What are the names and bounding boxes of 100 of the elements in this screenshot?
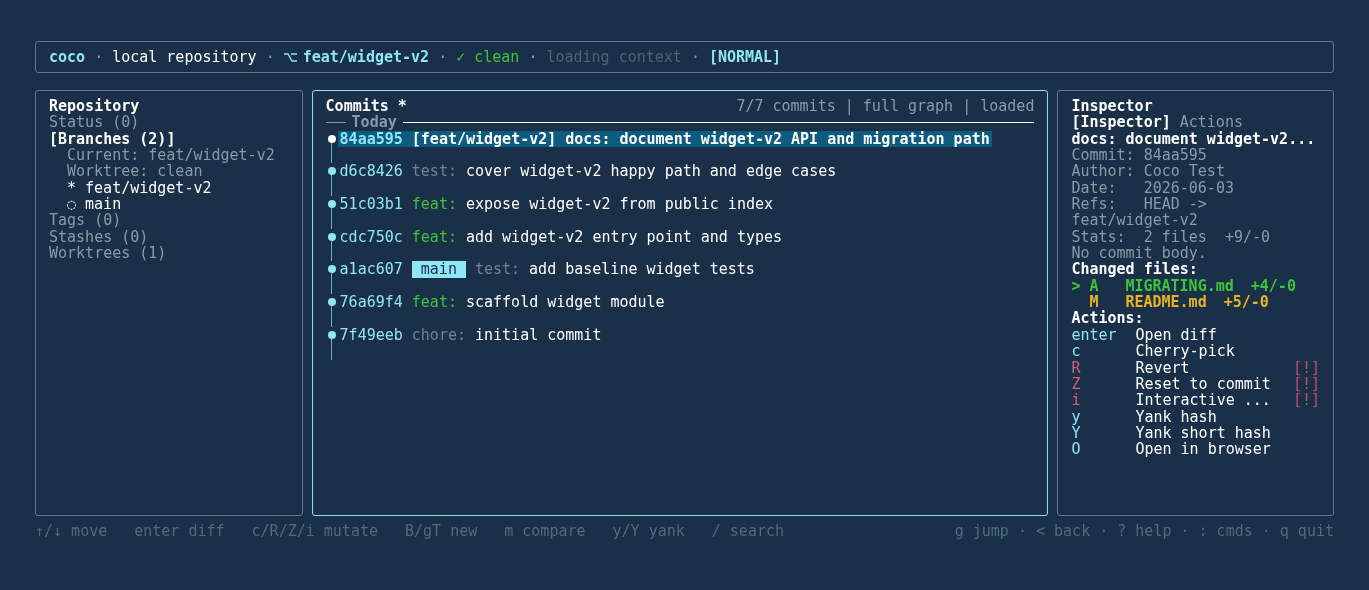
commit-type: chore: (411, 326, 466, 344)
graph-node-icon (327, 134, 336, 143)
action-label[interactable]: Revert (1135, 359, 1190, 376)
action-label[interactable]: Reset to commit (1135, 375, 1271, 393)
action-key: c (1071, 343, 1136, 360)
commit-hash: a1ac607 (339, 261, 403, 278)
sidebar-item[interactable]: Status (0) (49, 114, 289, 131)
action-key: enter (1071, 326, 1136, 344)
warning-marker: [!] (1291, 375, 1320, 393)
branch-name: feat/widget-v2 (302, 48, 430, 66)
commit-type: test: (411, 163, 457, 180)
section-heading: Actions: (1071, 310, 1145, 327)
key-hint: / search (711, 523, 785, 540)
warning-marker: [!] (1291, 359, 1320, 376)
panel-title: Repository (49, 98, 141, 115)
mode-indicator: [NORMAL] (708, 48, 782, 66)
commit-row[interactable]: 7f49eeb chore: initial commit (337, 326, 604, 344)
commit-hash: d6c8426 (339, 163, 403, 180)
sidebar-item[interactable]: Worktrees (1) (49, 245, 289, 262)
action-label[interactable]: Open diff (1135, 326, 1217, 344)
section-heading: Changed files: (1071, 261, 1198, 278)
commit-message: add widget-v2 entry point and types (465, 228, 783, 246)
branch-item[interactable]: ◌ main (49, 196, 289, 213)
sidebar-item[interactable]: [Branches (2)] (49, 130, 289, 148)
key-hint: g jump · < back · ? help · : cmds · q quit (954, 523, 1334, 540)
separator: · (438, 48, 448, 66)
key-hint: B/gT new (405, 523, 478, 540)
sidebar-item[interactable]: Tags (0) (49, 212, 289, 229)
sidebar-item[interactable]: Stashes (0) (49, 228, 289, 246)
changed-file[interactable]: > A MIGRATING.md +4/-0 (1071, 277, 1320, 295)
separator: · (528, 48, 538, 66)
detail-line: Commit: 84aa595 (1071, 147, 1207, 164)
file-stat: +5/-0 (1223, 294, 1269, 311)
commit-hash: 76a69f4 (339, 294, 403, 311)
inspector-tab[interactable]: [Inspector] (1071, 114, 1171, 131)
commit-stats: 7/7 commits | full graph | loaded (736, 98, 1035, 115)
commit-row[interactable]: a1ac607 main test: add baseline widget tests (337, 261, 757, 278)
commit-hash: 84aa595 (339, 130, 403, 148)
branch-badge: main (411, 261, 466, 278)
commit-message: add baseline widget tests (529, 261, 755, 278)
commit-type: feat: (411, 294, 457, 311)
file-stat: +4/-0 (1250, 277, 1296, 295)
action-label[interactable]: Yank short hash (1135, 424, 1271, 442)
file-name: MIGRATING.md (1125, 277, 1234, 295)
commit-row[interactable]: cdc750c feat: add widget-v2 entry point and types (337, 228, 785, 246)
commit-row[interactable]: 51c03b1 feat: expose widget-v2 from public index (337, 196, 775, 213)
action-label[interactable]: Interactive ... (1135, 392, 1271, 409)
cursor-marker: > (1071, 277, 1081, 295)
detail-line: Refs: HEAD -> (1071, 196, 1208, 213)
commit-row[interactable]: d6c8426 test: cover widget-v2 happy path and edge cases (337, 163, 839, 180)
commit-type: docs: (565, 130, 611, 148)
commit-type: feat: (411, 228, 457, 246)
separator: · (690, 48, 700, 66)
commit-hash: 51c03b1 (339, 196, 403, 213)
detail-line: Date: 2026-06-03 (1071, 179, 1235, 197)
branch-info: Current: feat/widget-v2 (67, 147, 276, 164)
key-hint: m compare (504, 523, 586, 540)
branch-info: Worktree: clean (66, 163, 203, 180)
group-heading: Today (351, 114, 397, 131)
detail-line: No commit body. (1071, 245, 1208, 262)
action-key: O (1071, 441, 1136, 458)
commit-subject: docs: document widget-v2... (1071, 130, 1317, 148)
detail-line: Stats: 2 files +9/-0 (1071, 228, 1272, 246)
commit-row[interactable]: 76a69f4 feat: scaffold widget module (337, 294, 667, 311)
panel-title: Commits * (325, 98, 407, 115)
action-key: R (1071, 359, 1136, 376)
status-label: ✓ clean (456, 48, 520, 66)
action-label[interactable]: Yank hash (1135, 408, 1217, 425)
detail-line: feat/widget-v2 (1071, 212, 1199, 229)
commit-message: cover widget-v2 happy path and edge cases (465, 163, 837, 180)
commit-hash: 7f49eeb (339, 326, 403, 344)
branch-icon (283, 52, 297, 62)
changed-file[interactable]: M README.md +5/-0 (1071, 294, 1320, 311)
branch-item[interactable]: * feat/widget-v2 (49, 179, 289, 197)
key-hint: y/Y yank (612, 523, 685, 540)
separator: · (94, 48, 104, 66)
commit-message: scaffold widget module (465, 294, 665, 311)
file-name: README.md (1125, 294, 1207, 311)
panel-title: Inspector (1071, 98, 1153, 115)
commit-hash: cdc750c (339, 228, 403, 246)
separator: · (265, 48, 275, 66)
branch-ref: [feat/widget-v2] (411, 130, 557, 148)
action-label[interactable]: Open in browser (1135, 441, 1271, 458)
inspector-tab[interactable]: Actions (1179, 114, 1243, 131)
commit-row[interactable]: 84aa595 [feat/widget-v2] docs: document widget-v2 API and migration path (337, 130, 992, 148)
commit-message: initial commit (475, 326, 602, 344)
commit-type: test: (474, 261, 521, 278)
action-label[interactable]: Cherry-pick (1135, 343, 1235, 360)
app-name: coco (49, 48, 86, 66)
file-status: A (1089, 277, 1099, 295)
detail-line: Author: Coco Test (1071, 163, 1226, 180)
repository-label: local repository (112, 48, 257, 66)
action-key: Y (1071, 424, 1136, 442)
action-key: i (1071, 392, 1136, 409)
commit-type: feat: (411, 196, 457, 213)
action-key: Z (1071, 375, 1136, 393)
action-key: y (1071, 408, 1136, 425)
warning-marker: [!] (1291, 392, 1320, 409)
commit-message: document widget-v2 API and migration path (619, 130, 990, 148)
key-hint: enter diff (134, 523, 225, 540)
